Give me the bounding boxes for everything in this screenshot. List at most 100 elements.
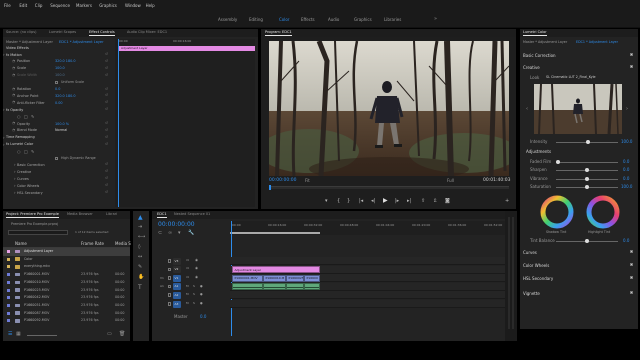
- workspace-more-icon[interactable]: »: [434, 17, 437, 22]
- section-curves[interactable]: Curves: [523, 251, 537, 255]
- go-to-out-icon[interactable]: ▸|: [407, 199, 411, 204]
- master-track-value[interactable]: 0.0: [200, 315, 206, 319]
- menu-edit[interactable]: Edit: [19, 4, 27, 8]
- reset-icon[interactable]: ↺: [105, 94, 108, 98]
- stopwatch-icon[interactable]: ◔: [12, 121, 15, 126]
- stopwatch-icon[interactable]: ◔: [12, 101, 15, 105]
- disclosure-icon[interactable]: ›: [3, 53, 5, 57]
- list-view-icon[interactable]: ☰: [8, 332, 12, 337]
- selection-tool-icon[interactable]: ▲: [138, 215, 143, 221]
- list-item[interactable]: P1660025.MOV 23.976 fps 00:00: [3, 287, 130, 295]
- tab-nested-sequence-01[interactable]: Nested Sequence 01: [174, 212, 210, 217]
- mask-ellipse-icon[interactable]: ○: [17, 149, 21, 154]
- step-forward-icon[interactable]: |▸: [395, 199, 399, 204]
- workspace-audio[interactable]: Audio: [328, 18, 339, 22]
- disclosure-icon[interactable]: ›: [14, 184, 16, 188]
- intensity-value[interactable]: 100.0: [621, 140, 632, 144]
- program-playhead[interactable]: [269, 185, 271, 190]
- track-lock-icon[interactable]: [168, 267, 171, 272]
- go-to-in-icon[interactable]: |◂: [359, 199, 363, 204]
- program-quality-select[interactable]: Full: [447, 179, 454, 183]
- mark-out-icon[interactable]: }: [347, 199, 350, 204]
- menu-file[interactable]: File: [4, 4, 11, 8]
- hand-tool-icon[interactable]: ✋: [138, 275, 144, 280]
- lumetri-sequence-path[interactable]: EDC1 * Adjustment Layer: [576, 40, 618, 44]
- linked-selection-icon[interactable]: ∞: [168, 231, 172, 236]
- slider-value[interactable]: 0.0: [623, 160, 629, 164]
- stopwatch-icon[interactable]: ◔: [12, 59, 15, 64]
- workspace-libraries[interactable]: Libraries: [384, 18, 401, 22]
- icon-view-icon[interactable]: ▦: [16, 332, 21, 337]
- slider-track[interactable]: [556, 162, 618, 163]
- tab-project-premiere-pro-example[interactable]: Project: Premiere Pro Example: [6, 212, 59, 218]
- reset-icon[interactable]: ↺: [105, 177, 108, 181]
- mask-rect-icon[interactable]: □: [24, 149, 28, 154]
- pen-tool-icon[interactable]: ✎: [138, 265, 142, 270]
- vignette-checkbox[interactable]: [630, 291, 633, 294]
- track-lock-icon[interactable]: [168, 302, 171, 306]
- add-marker-timeline-icon[interactable]: ▾: [178, 231, 181, 236]
- step-back-icon[interactable]: ◂|: [371, 199, 375, 204]
- stopwatch-icon[interactable]: ◔: [12, 87, 15, 92]
- effect-property-value[interactable]: Normal: [55, 128, 67, 132]
- reset-icon[interactable]: ↺: [105, 170, 108, 174]
- column-media-start[interactable]: Media S: [115, 242, 131, 246]
- list-item[interactable]: P1660051.MOV 23.976 fps 00:00: [3, 302, 130, 310]
- toggle-visibility-icon[interactable]: ◉: [195, 258, 198, 263]
- reset-icon[interactable]: ↺: [105, 73, 108, 78]
- disclosure-icon[interactable]: ›: [3, 142, 5, 147]
- stopwatch-icon[interactable]: ◔: [12, 128, 15, 133]
- curves-checkbox[interactable]: [630, 250, 633, 253]
- track-target[interactable]: V1: [160, 276, 164, 280]
- program-timecode-left[interactable]: 00:00:00:00: [269, 178, 296, 184]
- slider-value[interactable]: 0.0: [623, 176, 629, 181]
- extract-icon[interactable]: ⇫: [433, 199, 437, 204]
- voice-over-icon[interactable]: ●: [200, 293, 203, 296]
- lumetri-clip-path[interactable]: Master * Adjustment Layer: [523, 40, 567, 44]
- clip-path[interactable]: Master * Adjustment Layer: [6, 40, 53, 45]
- column-frame-rate[interactable]: Frame Rate: [81, 242, 104, 246]
- hsl-secondary-checkbox[interactable]: [630, 276, 633, 279]
- snap-icon[interactable]: ⊂: [158, 231, 162, 236]
- audio-clip[interactable]: Adjustment Layer: [232, 266, 320, 274]
- workspace-graphics[interactable]: Graphics: [354, 18, 372, 22]
- list-item[interactable]: everything.mkv: [3, 263, 130, 271]
- reset-icon[interactable]: ↺: [105, 190, 108, 195]
- stopwatch-icon[interactable]: ◔: [12, 94, 15, 98]
- list-item[interactable]: Color: [3, 256, 130, 264]
- play-icon[interactable]: ▶: [383, 198, 388, 204]
- look-select[interactable]: SL Cinematic LUT 2_Final_Kyle: [546, 75, 596, 79]
- slider-value[interactable]: 100.0: [621, 184, 632, 189]
- timeline-playhead-timecode[interactable]: 00:00:00:00: [158, 222, 195, 228]
- menu-sequence[interactable]: Sequence: [50, 4, 70, 8]
- delete-icon[interactable]: 🗑: [119, 332, 125, 337]
- menu-window[interactable]: Window: [125, 4, 141, 8]
- look-preview-thumbnail[interactable]: [534, 84, 622, 134]
- list-item[interactable]: P1660092.MOV 23.976 fps 00:00: [3, 317, 130, 325]
- track-lane[interactable]: [230, 300, 514, 308]
- reset-icon[interactable]: ↺: [105, 52, 108, 57]
- workspace-assembly[interactable]: Assembly: [218, 18, 237, 22]
- ec-playhead[interactable]: [118, 39, 119, 207]
- label-color-swatch[interactable]: [7, 280, 10, 284]
- label-color-swatch[interactable]: [7, 273, 10, 277]
- list-item[interactable]: P1660001.MOV 23.976 fps 00:00: [3, 271, 130, 279]
- track-lane[interactable]: [230, 291, 514, 300]
- label-color-swatch[interactable]: [7, 319, 10, 323]
- label-color-swatch[interactable]: [7, 303, 10, 307]
- audio-clip[interactable]: [304, 283, 320, 291]
- look-next-icon[interactable]: ›: [626, 107, 628, 112]
- ec-clip-bar[interactable]: Adjustment Layer: [119, 46, 255, 51]
- track-lane[interactable]: [230, 257, 514, 265]
- audio-clip[interactable]: P1660001.MOV: [232, 274, 263, 282]
- audio-clip[interactable]: P1660025: [286, 274, 304, 282]
- audio-clip[interactable]: [286, 283, 304, 291]
- workspace-editing[interactable]: Editing: [249, 18, 263, 22]
- tint-balance-handle[interactable]: [585, 239, 589, 243]
- effect-property-value[interactable]: 0.00: [55, 101, 63, 105]
- export-frame-icon[interactable]: ◙: [445, 199, 450, 204]
- label-color-swatch[interactable]: [7, 257, 10, 261]
- effect-property-value[interactable]: 100.0: [55, 73, 65, 77]
- effect-property-value[interactable]: 320.0 180.0: [55, 94, 76, 98]
- slider-handle[interactable]: [585, 176, 589, 181]
